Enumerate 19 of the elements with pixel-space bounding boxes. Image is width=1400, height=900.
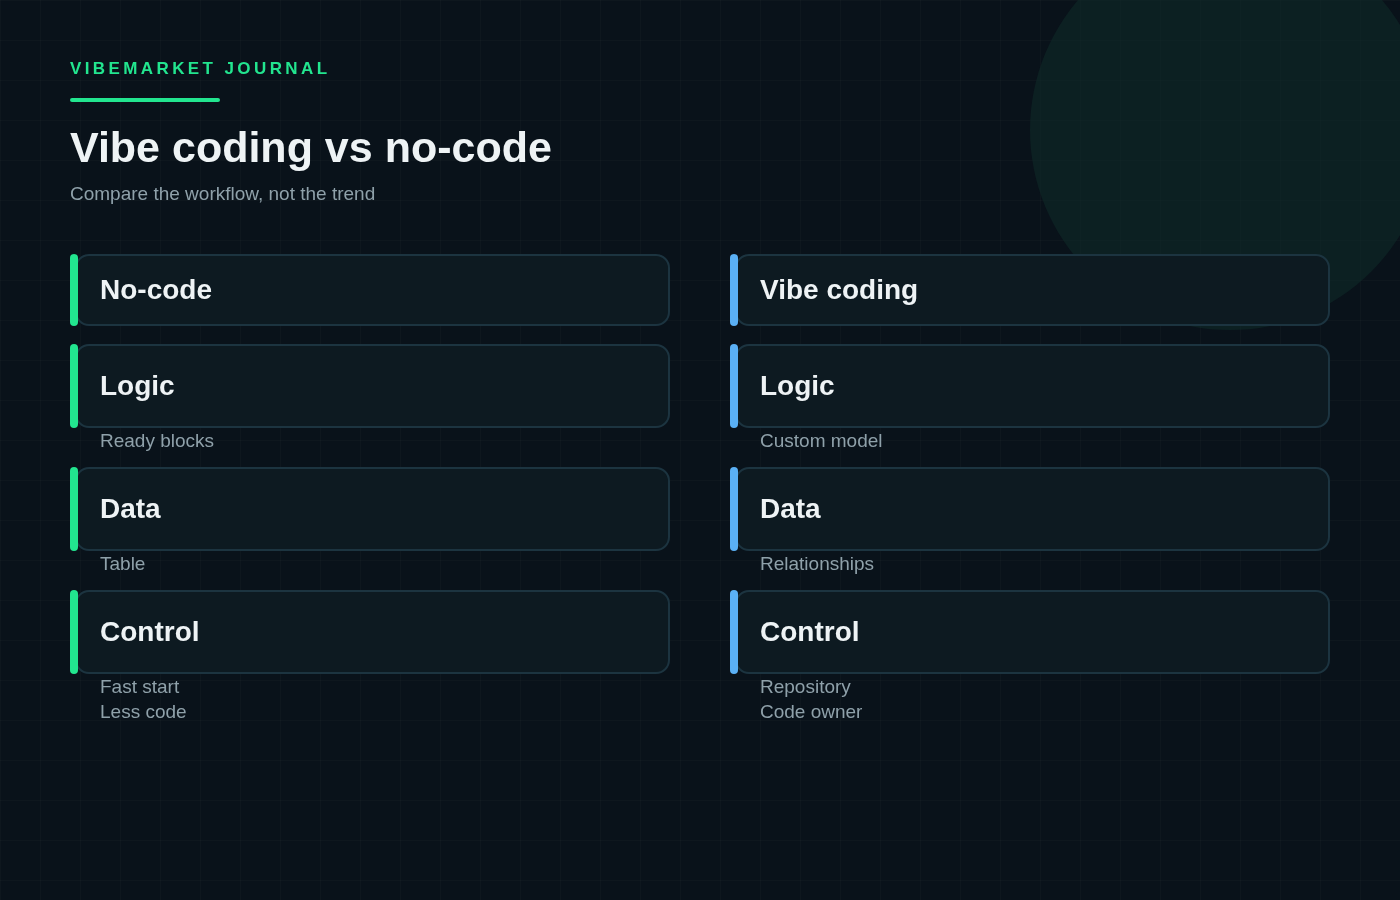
section-heading: Logic — [760, 369, 835, 403]
brand-label: VIBEMARKET JOURNAL — [70, 58, 331, 80]
subtitle: Compare the workflow, not the trend — [70, 181, 376, 206]
section-note: Table — [100, 552, 146, 576]
section-note: Relationships — [760, 552, 875, 576]
section-note: Repository — [760, 675, 851, 699]
section-note: Custom model — [760, 429, 883, 453]
section-heading: Data — [760, 492, 821, 526]
section-heading: Control — [100, 615, 200, 649]
section-note: Code owner — [760, 700, 863, 724]
column-heading: Vibe coding — [760, 273, 919, 307]
section-heading: Control — [760, 615, 860, 649]
section-note: Ready blocks — [100, 429, 215, 453]
section-note: Fast start — [100, 675, 180, 699]
section-heading: Data — [100, 492, 161, 526]
page-title: Vibe coding vs no-code — [70, 121, 552, 173]
section-heading: Logic — [100, 369, 175, 403]
section-note: Less code — [100, 700, 187, 724]
column-heading: No-code — [100, 273, 212, 307]
